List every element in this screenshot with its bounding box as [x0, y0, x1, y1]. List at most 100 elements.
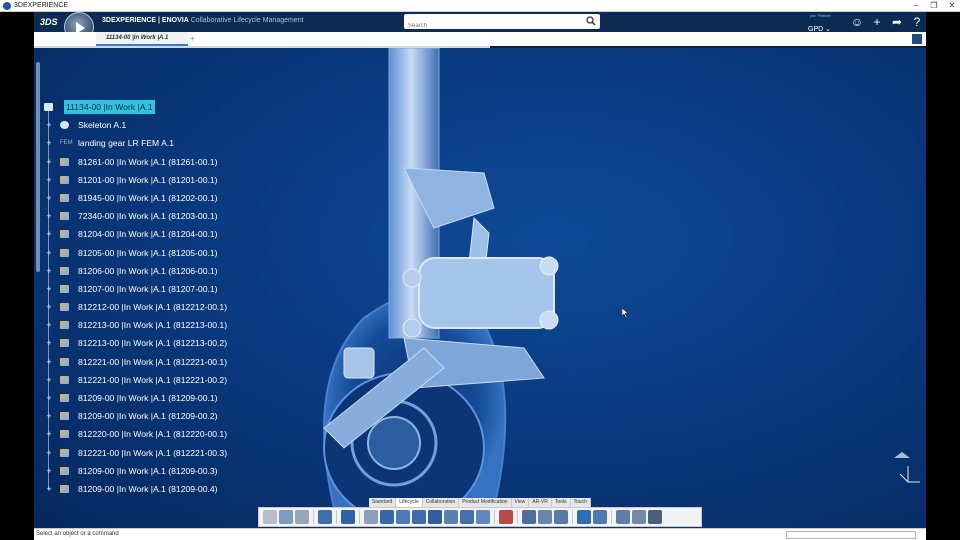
- tree-item[interactable]: +812220-00 |In Work |A.1 (812220-00.1): [44, 425, 344, 443]
- expand-icon[interactable]: +: [44, 120, 54, 130]
- save-icon[interactable]: [554, 510, 568, 524]
- expand-icon[interactable]: +: [44, 448, 54, 458]
- tree-item[interactable]: +81201-00 |In Work |A.1 (81201-00.1): [44, 171, 344, 189]
- clash-icon[interactable]: [499, 510, 513, 524]
- tab-active-document[interactable]: 11134-00 |In Work |A.1: [96, 32, 188, 46]
- compass-tool-icon[interactable]: [648, 510, 662, 524]
- expand-icon[interactable]: +: [44, 175, 54, 185]
- action-tab[interactable]: AR-VR: [529, 498, 552, 507]
- tree-item-label: 81945-00 |In Work |A.1 (81202-00.1): [78, 192, 218, 203]
- expand-icon[interactable]: +: [44, 338, 54, 348]
- tag-icon[interactable]: [572, 15, 584, 27]
- expand-icon[interactable]: +: [44, 320, 54, 330]
- action-tab[interactable]: Product Modification: [459, 498, 512, 507]
- action-tab[interactable]: Standard: [369, 498, 397, 507]
- assembly-icon[interactable]: [460, 510, 474, 524]
- tree-item-label: 812221-00 |In Work |A.1 (812221-00.3): [78, 447, 228, 458]
- action-tab[interactable]: Touch: [571, 498, 591, 507]
- relations-icon[interactable]: [632, 510, 646, 524]
- tree-scrollbar[interactable]: [36, 62, 40, 272]
- tree-root[interactable]: 11134-00 |In Work |A.1: [44, 98, 344, 116]
- expand-icon[interactable]: +: [44, 211, 54, 221]
- right-letterbox: [926, 12, 960, 540]
- tree-item[interactable]: +81205-00 |In Work |A.1 (81205-00.1): [44, 244, 344, 262]
- properties-icon[interactable]: [538, 510, 552, 524]
- insert-icon[interactable]: [380, 510, 394, 524]
- expand-icon[interactable]: +: [44, 393, 54, 403]
- tree-item[interactable]: +81261-00 |In Work |A.1 (81261-00.1): [44, 153, 344, 171]
- expand-icon[interactable]: +: [44, 429, 54, 439]
- tree-item[interactable]: +812213-00 |In Work |A.1 (812213-00.1): [44, 316, 344, 334]
- paste-icon[interactable]: [295, 510, 309, 524]
- copy-icon[interactable]: [279, 510, 293, 524]
- section-icon[interactable]: [593, 510, 607, 524]
- expand-icon[interactable]: +: [44, 484, 54, 494]
- share-icon[interactable]: ➦: [890, 15, 904, 29]
- expand-icon[interactable]: +: [44, 157, 54, 167]
- add-tab-button[interactable]: +: [190, 32, 195, 46]
- minimize-button[interactable]: –: [908, 0, 924, 12]
- search-box[interactable]: [404, 14, 600, 34]
- action-tab[interactable]: Collaboration: [423, 498, 460, 507]
- 3d-viewport[interactable]: 11134-00 |In Work |A.1 + Skeleton A.1 + FEM…: [34, 48, 926, 528]
- undo-icon[interactable]: [318, 510, 332, 524]
- expand-icon[interactable]: +: [44, 193, 54, 203]
- engineering-connection-icon[interactable]: [444, 510, 458, 524]
- tree-item[interactable]: +81945-00 |In Work |A.1 (81202-00.1): [44, 189, 344, 207]
- expand-icon[interactable]: +: [44, 357, 54, 367]
- expand-icon[interactable]: +: [44, 466, 54, 476]
- landing-gear-model[interactable]: [284, 48, 704, 528]
- tree-item[interactable]: +812213-00 |In Work |A.1 (812213-00.2): [44, 334, 344, 352]
- plus-icon[interactable]: +: [870, 15, 884, 29]
- tree-item[interactable]: + FEM landing gear LR FEM A.1: [44, 134, 344, 152]
- expand-icon[interactable]: +: [44, 375, 54, 385]
- expand-icon[interactable]: +: [44, 138, 54, 148]
- expand-icon[interactable]: +: [44, 266, 54, 276]
- expand-icon[interactable]: +: [44, 302, 54, 312]
- user-icon[interactable]: ☺: [850, 15, 864, 29]
- help-icon[interactable]: ?: [910, 15, 924, 29]
- tree-item[interactable]: + Skeleton A.1: [44, 116, 344, 134]
- tree-item[interactable]: +81209-00 |In Work |A.1 (81209-00.2): [44, 407, 344, 425]
- search-icon[interactable]: [586, 16, 596, 26]
- tree-item[interactable]: +812221-00 |In Work |A.1 (812221-00.3): [44, 444, 344, 462]
- tree-item[interactable]: +81204-00 |In Work |A.1 (81204-00.1): [44, 225, 344, 243]
- 3ds-logo-icon[interactable]: 3DS: [40, 14, 60, 30]
- action-tab[interactable]: Lifecycle: [396, 498, 423, 507]
- snap-icon[interactable]: [428, 510, 442, 524]
- fullscreen-icon[interactable]: [912, 34, 922, 44]
- expand-icon[interactable]: +: [44, 229, 54, 239]
- replace-icon[interactable]: [476, 510, 490, 524]
- tree-item[interactable]: +81206-00 |In Work |A.1 (81206-00.1): [44, 262, 344, 280]
- part-icon: [60, 484, 69, 493]
- tree-item[interactable]: +812221-00 |In Work |A.1 (812221-00.1): [44, 353, 344, 371]
- tree-item[interactable]: +812212-00 |In Work |A.1 (812212-00.1): [44, 298, 344, 316]
- cut-icon[interactable]: [263, 510, 277, 524]
- tree-item[interactable]: +72340-00 |In Work |A.1 (81203-00.1): [44, 207, 344, 225]
- close-button[interactable]: ✕: [944, 0, 960, 12]
- tree-item-label: 72340-00 |In Work |A.1 (81203-00.1): [78, 211, 218, 222]
- part-icon: [60, 266, 69, 275]
- measure-icon[interactable]: [577, 510, 591, 524]
- tree-item[interactable]: +81209-00 |In Work |A.1 (81209-00.4): [44, 480, 344, 498]
- axis-triad-icon[interactable]: [886, 446, 922, 486]
- expand-icon[interactable]: +: [44, 248, 54, 258]
- tree-item[interactable]: +812221-00 |In Work |A.1 (812221-00.2): [44, 371, 344, 389]
- tree-item[interactable]: +81209-00 |In Work |A.1 (81209-00.3): [44, 462, 344, 480]
- move-icon[interactable]: [396, 510, 410, 524]
- command-input[interactable]: [786, 531, 916, 539]
- product-icon: [44, 103, 53, 111]
- tree-item-label: 81205-00 |In Work |A.1 (81205-00.1): [78, 247, 218, 258]
- align-icon[interactable]: [412, 510, 426, 524]
- graph-icon[interactable]: [616, 510, 630, 524]
- action-tab[interactable]: View: [512, 498, 530, 507]
- new-icon[interactable]: [364, 510, 378, 524]
- maximize-button[interactable]: ❐: [926, 0, 942, 12]
- tree-item[interactable]: +81207-00 |In Work |A.1 (81207-00.1): [44, 280, 344, 298]
- tree-item[interactable]: +81209-00 |In Work |A.1 (81209-00.1): [44, 389, 344, 407]
- table-icon[interactable]: [522, 510, 536, 524]
- update-icon[interactable]: [341, 510, 355, 524]
- expand-icon[interactable]: +: [44, 411, 54, 421]
- action-tab[interactable]: Tools: [552, 498, 571, 507]
- expand-icon[interactable]: +: [44, 284, 54, 294]
